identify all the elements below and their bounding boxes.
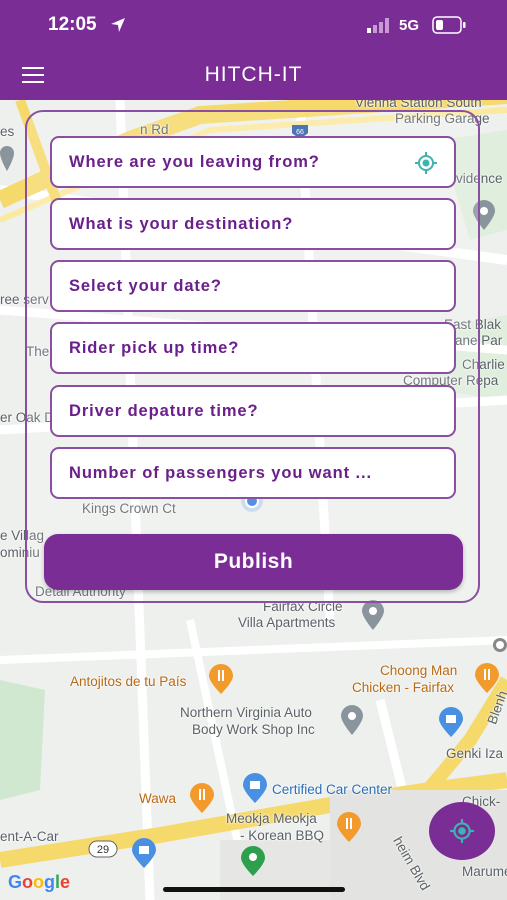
- google-logo: Google: [8, 872, 71, 892]
- map-label-marume: Marume: [462, 864, 507, 879]
- shopping-pin-icon[interactable]: [243, 773, 267, 803]
- map-label-wawa: Wawa: [139, 791, 177, 806]
- origin-field-label: Where are you leaving from?: [69, 153, 320, 171]
- map-label-ent-a-car: ent-A-Car: [0, 829, 59, 844]
- destination-field[interactable]: What is your destination?: [50, 198, 456, 250]
- passengers-field-label: Number of passengers you want ...: [69, 464, 372, 482]
- restaurant-pin-icon[interactable]: [337, 812, 361, 842]
- app-bar: HITCH-IT: [0, 52, 507, 100]
- app-title: HITCH-IT: [204, 63, 303, 86]
- map-label-certified-car: Certified Car Center: [272, 782, 393, 797]
- shopping-pin-icon[interactable]: [132, 838, 156, 868]
- route-shield-icon: 29: [88, 840, 118, 858]
- map-label-korean-bbq: - Korean BBQ: [240, 828, 325, 843]
- map-pin-icon[interactable]: [362, 600, 384, 630]
- svg-text:29: 29: [97, 844, 109, 856]
- map-label-northern-va-auto: Northern Virginia Auto: [180, 705, 312, 720]
- status-time: 12:05: [48, 14, 97, 35]
- passengers-field[interactable]: Number of passengers you want ...: [50, 447, 456, 499]
- destination-field-label: What is your destination?: [69, 215, 294, 233]
- signal-icon: [367, 18, 389, 33]
- map-pin-icon[interactable]: [0, 145, 14, 171]
- pickup-time-field-label: Rider pick up time?: [69, 339, 240, 357]
- location-arrow-icon: [111, 18, 125, 32]
- map-label-es: es: [0, 124, 15, 139]
- restaurant-pin-icon[interactable]: [190, 783, 214, 813]
- status-bar: 12:05 5G: [0, 0, 507, 52]
- map-label-meokja: Meokja Meokja: [226, 811, 317, 826]
- date-field-label: Select your date?: [69, 277, 222, 295]
- map-label-choong-man: Choong Man: [380, 663, 458, 678]
- restaurant-pin-icon[interactable]: [475, 663, 499, 693]
- locate-me-button[interactable]: [429, 802, 495, 860]
- origin-field[interactable]: Where are you leaving from?: [50, 136, 456, 188]
- publish-button[interactable]: Publish: [44, 534, 463, 590]
- gps-target-icon: [450, 819, 474, 843]
- map-label-chicken-fairfax: Chicken - Fairfax: [352, 680, 455, 695]
- map-label-villa-apartments: Villa Apartments: [238, 615, 336, 630]
- departure-time-field-label: Driver depature time?: [69, 402, 259, 420]
- departure-time-field[interactable]: Driver depature time?: [50, 385, 456, 437]
- battery-icon: [432, 16, 466, 34]
- network-type: 5G: [399, 17, 420, 34]
- map-label-body-work: Body Work Shop Inc: [192, 722, 315, 737]
- gps-target-icon[interactable]: [414, 151, 438, 175]
- pickup-time-field[interactable]: Rider pick up time?: [50, 322, 456, 374]
- map-label-genki: Genki Iza: [446, 746, 504, 761]
- park-pin-icon[interactable]: [241, 846, 265, 876]
- home-indicator[interactable]: [163, 887, 345, 892]
- map-label-antojitos: Antojitos de tu País: [70, 674, 187, 689]
- map-pin-icon[interactable]: [341, 705, 363, 735]
- date-field[interactable]: Select your date?: [50, 260, 456, 312]
- restaurant-pin-icon[interactable]: [209, 664, 233, 694]
- shopping-pin-icon[interactable]: [439, 707, 463, 737]
